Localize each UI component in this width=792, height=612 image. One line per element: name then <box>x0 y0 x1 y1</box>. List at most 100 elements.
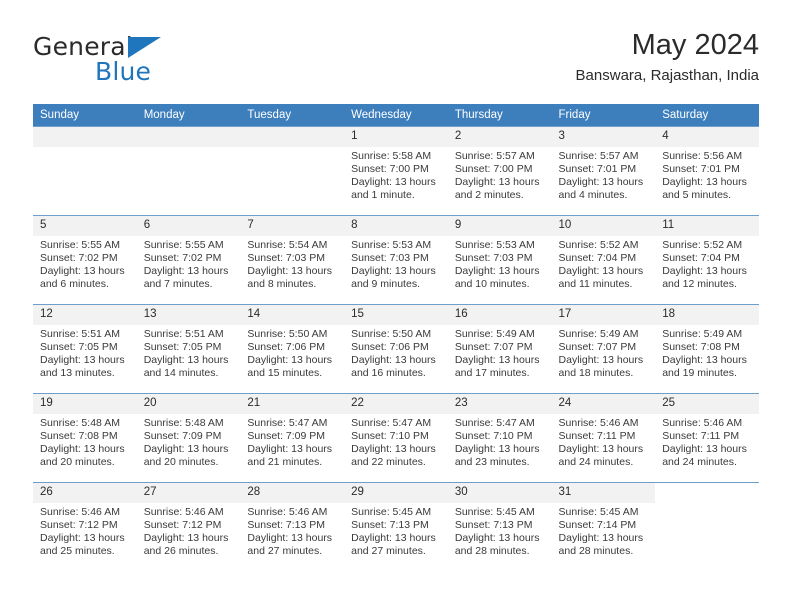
sun-info: Sunrise: 5:46 AM Sunset: 7:12 PM Daylight:… <box>137 503 241 558</box>
sunrise-text: Sunrise: 5:58 AM <box>351 150 432 162</box>
calendar-body: 1 Sunrise: 5:58 AM Sunset: 7:00 PM Daylight… <box>33 126 759 571</box>
daylight-text-line1: Daylight: 13 hours <box>247 532 333 545</box>
day-cell: 1 Sunrise: 5:58 AM Sunset: 7:00 PM Daylight… <box>344 127 448 215</box>
daylight-text-line1: Daylight: 13 hours <box>143 443 229 456</box>
day-cell: 21 Sunrise: 5:47 AM Sunset: 7:09 PM Dayligh… <box>240 394 345 482</box>
calendar-day-cell[interactable]: 6 Sunrise: 5:55 AM Sunset: 7:02 PM Daylight… <box>136 215 241 305</box>
sunset-text: Sunset: 7:13 PM <box>454 519 533 532</box>
calendar-day-cell[interactable]: 1 Sunrise: 5:58 AM Sunset: 7:00 PM Daylight… <box>344 126 448 216</box>
calendar-day-cell[interactable]: 30 Sunrise: 5:45 AM Sunset: 7:13 PM Dayligh… <box>447 482 552 571</box>
calendar-week-row: 12 Sunrise: 5:51 AM Sunset: 7:05 PM Dayligh… <box>33 304 759 394</box>
calendar-day-cell[interactable] <box>136 126 241 216</box>
sunrise-text: Sunrise: 5:47 AM <box>247 417 328 429</box>
day-number: 27 <box>136 483 241 503</box>
calendar-day-cell[interactable]: 10 Sunrise: 5:52 AM Sunset: 7:04 PM Dayligh… <box>551 215 656 305</box>
daylight-text-line2: and 12 minutes. <box>662 278 737 291</box>
calendar-day-cell[interactable]: 17 Sunrise: 5:49 AM Sunset: 7:07 PM Dayligh… <box>551 304 656 394</box>
sun-info: Sunrise: 5:47 AM Sunset: 7:10 PM Daylight:… <box>448 414 552 469</box>
calendar-day-cell[interactable]: 24 Sunrise: 5:46 AM Sunset: 7:11 PM Dayligh… <box>551 393 656 483</box>
calendar-day-cell[interactable]: 12 Sunrise: 5:51 AM Sunset: 7:05 PM Dayligh… <box>33 304 137 394</box>
brand-logo[interactable]: General Blue <box>33 32 253 90</box>
day-cell: 24 Sunrise: 5:46 AM Sunset: 7:11 PM Dayligh… <box>551 394 656 482</box>
calendar-day-cell[interactable]: 19 Sunrise: 5:48 AM Sunset: 7:08 PM Dayligh… <box>33 393 137 483</box>
calendar-day-cell[interactable] <box>33 126 137 216</box>
daylight-text-line2: and 5 minutes. <box>662 189 732 202</box>
sunset-text: Sunset: 7:12 PM <box>143 519 222 532</box>
sun-info: Sunrise: 5:52 AM Sunset: 7:04 PM Daylight:… <box>655 236 759 291</box>
sun-info: Sunrise: 5:48 AM Sunset: 7:08 PM Daylight:… <box>33 414 137 469</box>
sunrise-text: Sunrise: 5:50 AM <box>351 328 432 340</box>
calendar-day-cell[interactable]: 2 Sunrise: 5:57 AM Sunset: 7:00 PM Daylight… <box>447 126 552 216</box>
sun-info: Sunrise: 5:46 AM Sunset: 7:11 PM Daylight:… <box>552 414 656 469</box>
daylight-text-line1: Daylight: 13 hours <box>351 532 436 545</box>
weekday-header-friday: Friday <box>551 104 656 127</box>
sunset-text: Sunset: 7:09 PM <box>143 430 222 443</box>
calendar-day-cell[interactable]: 14 Sunrise: 5:50 AM Sunset: 7:06 PM Dayligh… <box>240 304 345 394</box>
calendar-day-cell[interactable]: 28 Sunrise: 5:46 AM Sunset: 7:13 PM Dayligh… <box>240 482 345 571</box>
sunset-text: Sunset: 7:13 PM <box>351 519 429 532</box>
calendar-day-cell[interactable]: 16 Sunrise: 5:49 AM Sunset: 7:07 PM Dayligh… <box>447 304 552 394</box>
sunrise-text: Sunrise: 5:51 AM <box>143 328 224 340</box>
sunset-text: Sunset: 7:09 PM <box>247 430 326 443</box>
day-cell: 6 Sunrise: 5:55 AM Sunset: 7:02 PM Daylight… <box>136 216 241 304</box>
day-number: 20 <box>136 394 241 414</box>
day-cell: 25 Sunrise: 5:46 AM Sunset: 7:11 PM Dayligh… <box>655 394 759 482</box>
calendar-day-cell[interactable]: 20 Sunrise: 5:48 AM Sunset: 7:09 PM Dayligh… <box>136 393 241 483</box>
calendar-day-cell[interactable]: 25 Sunrise: 5:46 AM Sunset: 7:11 PM Dayligh… <box>655 393 759 483</box>
day-number: 2 <box>447 127 552 147</box>
calendar-day-cell[interactable]: 26 Sunrise: 5:46 AM Sunset: 7:12 PM Dayligh… <box>33 482 137 571</box>
day-number: 23 <box>447 394 552 414</box>
day-cell: 29 Sunrise: 5:45 AM Sunset: 7:13 PM Dayligh… <box>344 483 448 571</box>
daylight-text-line2: and 23 minutes. <box>454 456 530 469</box>
calendar-day-cell[interactable]: 22 Sunrise: 5:47 AM Sunset: 7:10 PM Dayligh… <box>344 393 448 483</box>
daylight-text-line2: and 2 minutes. <box>454 189 524 202</box>
sunset-text: Sunset: 7:02 PM <box>40 252 118 265</box>
calendar-day-cell[interactable]: 7 Sunrise: 5:54 AM Sunset: 7:03 PM Daylight… <box>240 215 345 305</box>
day-number: 3 <box>551 127 656 147</box>
sun-info: Sunrise: 5:54 AM Sunset: 7:03 PM Daylight:… <box>240 236 344 291</box>
daylight-text-line1: Daylight: 13 hours <box>247 354 333 367</box>
day-number: 17 <box>551 305 656 325</box>
calendar-day-cell[interactable]: 27 Sunrise: 5:46 AM Sunset: 7:12 PM Dayligh… <box>136 482 241 571</box>
calendar-day-cell[interactable]: 23 Sunrise: 5:47 AM Sunset: 7:10 PM Dayligh… <box>447 393 552 483</box>
daylight-text-line1: Daylight: 13 hours <box>558 176 644 189</box>
daylight-text-line2: and 13 minutes. <box>40 367 115 380</box>
day-number <box>655 483 759 503</box>
sunrise-text: Sunrise: 5:53 AM <box>454 239 535 251</box>
daylight-text-line2: and 24 minutes. <box>662 456 737 469</box>
sun-info: Sunrise: 5:50 AM Sunset: 7:06 PM Daylight:… <box>344 325 448 380</box>
calendar-day-cell[interactable]: 29 Sunrise: 5:45 AM Sunset: 7:13 PM Dayligh… <box>344 482 448 571</box>
sunrise-text: Sunrise: 5:52 AM <box>558 239 639 251</box>
calendar-day-cell[interactable]: 31 Sunrise: 5:45 AM Sunset: 7:14 PM Dayligh… <box>551 482 656 571</box>
sunrise-text: Sunrise: 5:53 AM <box>351 239 432 251</box>
calendar-day-cell[interactable]: 4 Sunrise: 5:56 AM Sunset: 7:01 PM Daylight… <box>655 126 759 216</box>
daylight-text-line1: Daylight: 13 hours <box>558 354 644 367</box>
calendar-day-cell[interactable]: 15 Sunrise: 5:50 AM Sunset: 7:06 PM Dayligh… <box>344 304 448 394</box>
calendar-day-cell[interactable]: 9 Sunrise: 5:53 AM Sunset: 7:03 PM Daylight… <box>447 215 552 305</box>
sunset-text: Sunset: 7:11 PM <box>662 430 740 443</box>
calendar-day-cell[interactable]: 11 Sunrise: 5:52 AM Sunset: 7:04 PM Dayligh… <box>655 215 759 305</box>
day-cell: 30 Sunrise: 5:45 AM Sunset: 7:13 PM Dayligh… <box>447 483 552 571</box>
daylight-text-line1: Daylight: 13 hours <box>662 176 747 189</box>
daylight-text-line1: Daylight: 13 hours <box>143 265 229 278</box>
sunset-text: Sunset: 7:06 PM <box>247 341 326 354</box>
calendar-day-cell[interactable]: 5 Sunrise: 5:55 AM Sunset: 7:02 PM Daylight… <box>33 215 137 305</box>
calendar-day-cell[interactable]: 13 Sunrise: 5:51 AM Sunset: 7:05 PM Dayligh… <box>136 304 241 394</box>
sun-info: Sunrise: 5:49 AM Sunset: 7:07 PM Daylight:… <box>552 325 656 380</box>
calendar-day-cell[interactable]: 21 Sunrise: 5:47 AM Sunset: 7:09 PM Dayligh… <box>240 393 345 483</box>
sunset-text: Sunset: 7:12 PM <box>40 519 118 532</box>
daylight-text-line2: and 25 minutes. <box>40 545 115 558</box>
sunset-text: Sunset: 7:01 PM <box>662 163 740 176</box>
calendar-day-cell[interactable] <box>655 482 759 571</box>
calendar-day-cell[interactable]: 8 Sunrise: 5:53 AM Sunset: 7:03 PM Daylight… <box>344 215 448 305</box>
sunrise-text: Sunrise: 5:45 AM <box>454 506 535 518</box>
sunset-text: Sunset: 7:07 PM <box>454 341 533 354</box>
sunset-text: Sunset: 7:02 PM <box>143 252 222 265</box>
calendar-day-cell[interactable]: 3 Sunrise: 5:57 AM Sunset: 7:01 PM Daylight… <box>551 126 656 216</box>
calendar-day-cell[interactable] <box>240 126 345 216</box>
daylight-text-line2: and 18 minutes. <box>558 367 634 380</box>
day-number: 7 <box>240 216 345 236</box>
day-cell: 11 Sunrise: 5:52 AM Sunset: 7:04 PM Dayligh… <box>655 216 759 304</box>
calendar-day-cell[interactable]: 18 Sunrise: 5:49 AM Sunset: 7:08 PM Dayligh… <box>655 304 759 394</box>
daylight-text-line2: and 28 minutes. <box>558 545 634 558</box>
